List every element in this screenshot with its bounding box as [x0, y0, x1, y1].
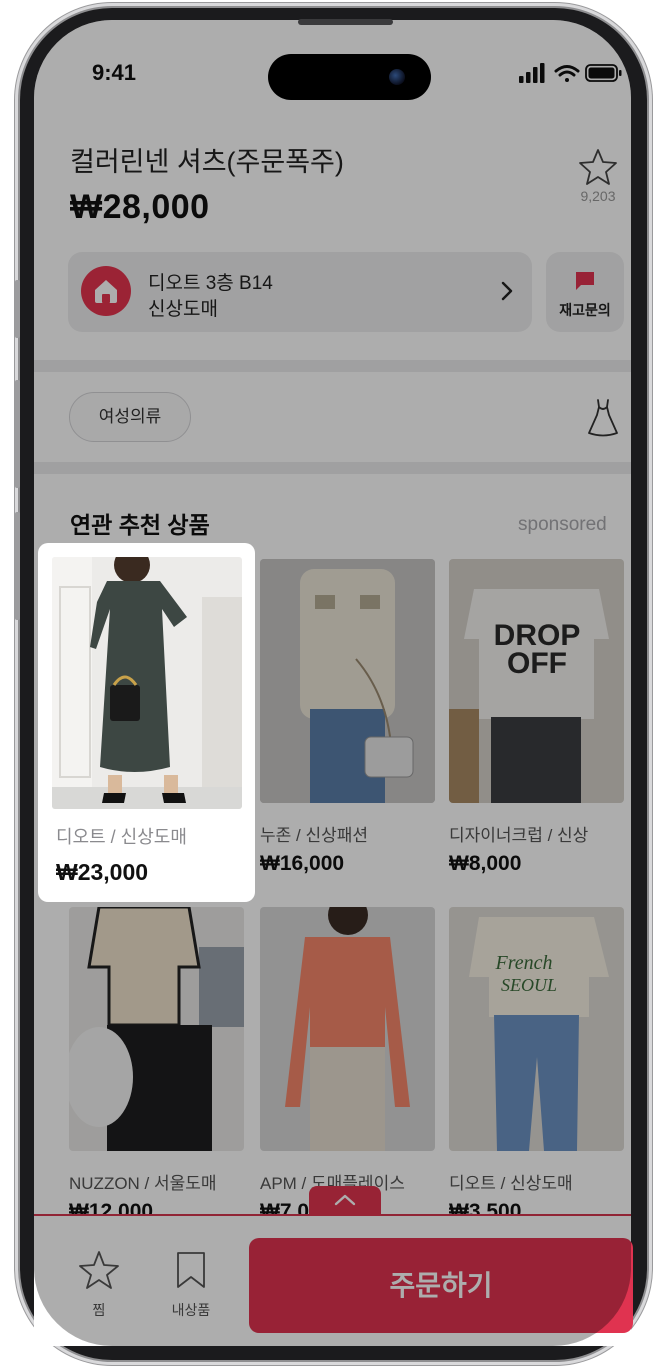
product-price: ₩8,000 — [449, 852, 522, 875]
tshirt-print-text: SEOUL — [501, 975, 557, 995]
product-shop: 누존 / 신상패션 — [260, 826, 369, 845]
volume-up-button — [15, 380, 20, 488]
product-image: French SEOUL — [449, 907, 624, 1151]
section-title: 연관 추천 상품 — [70, 512, 210, 538]
product-title: 컬러린넨 셔츠(주문폭주) — [70, 147, 344, 177]
product-price: ₩16,000 — [260, 852, 345, 875]
battery-icon — [585, 64, 622, 82]
camera-icon — [389, 69, 405, 85]
stock-inquiry-label: 재고문의 — [559, 302, 611, 318]
tshirt-print-text: OFF — [507, 647, 567, 680]
favorite-tab-label: 찜 — [92, 1302, 106, 1318]
sponsored-label: sponsored — [518, 514, 607, 535]
divider-band — [34, 360, 631, 372]
tshirt-print-text: French — [494, 952, 552, 974]
star-icon — [79, 1251, 119, 1289]
wifi-icon — [554, 65, 580, 82]
product-shop: NUZZON / 서울도매 — [69, 1174, 217, 1193]
chat-bubble-icon — [576, 272, 594, 290]
bookmark-icon — [177, 1252, 205, 1288]
product-image — [52, 557, 242, 809]
product-price: ₩28,000 — [70, 188, 210, 226]
favorite-tab[interactable]: 찜 — [76, 1250, 122, 1320]
status-time: 9:41 — [92, 60, 137, 85]
dress-icon[interactable] — [586, 398, 620, 438]
shop-subtitle: 신상도매 — [148, 299, 218, 320]
product-image — [260, 907, 435, 1151]
category-chip[interactable]: 여성의류 — [69, 392, 191, 442]
favorite-button[interactable]: 9,203 — [572, 148, 624, 204]
status-icons — [519, 63, 622, 83]
signal-icon — [519, 63, 545, 83]
action-button — [15, 280, 20, 338]
earpiece-speaker — [298, 19, 393, 25]
chevron-right-icon — [501, 281, 513, 301]
dynamic-island — [268, 54, 431, 100]
product-shop: 디오트 / 신상도매 — [56, 827, 187, 847]
stock-inquiry-button[interactable]: 재고문의 — [546, 252, 624, 332]
product-shop: 디자이너크럽 / 신상 — [449, 826, 589, 845]
scroll-top-button[interactable] — [309, 1186, 381, 1216]
shop-logo — [81, 266, 131, 316]
order-button[interactable]: 주문하기 — [249, 1238, 633, 1333]
home-icon — [95, 280, 117, 303]
volume-down-button — [15, 512, 20, 620]
shop-card[interactable]: 디오트 3층 B14 신상도매 — [68, 252, 532, 332]
divider-band — [34, 462, 631, 474]
product-image: DROP OFF — [449, 559, 624, 803]
product-image — [69, 907, 244, 1151]
highlighted-product-card[interactable]: 디오트 / 신상도매 ₩23,000 — [38, 543, 255, 902]
my-products-tab-label: 내상품 — [171, 1302, 211, 1318]
star-icon — [579, 149, 617, 185]
chevron-up-icon — [334, 1194, 356, 1206]
product-price: ₩23,000 — [56, 859, 149, 885]
my-products-tab[interactable]: 내상품 — [166, 1250, 216, 1320]
product-image — [260, 559, 435, 803]
shop-name: 디오트 3층 B14 — [148, 273, 273, 294]
favorite-count: 9,203 — [580, 188, 616, 204]
product-shop: 디오트 / 신상도매 — [449, 1174, 573, 1193]
